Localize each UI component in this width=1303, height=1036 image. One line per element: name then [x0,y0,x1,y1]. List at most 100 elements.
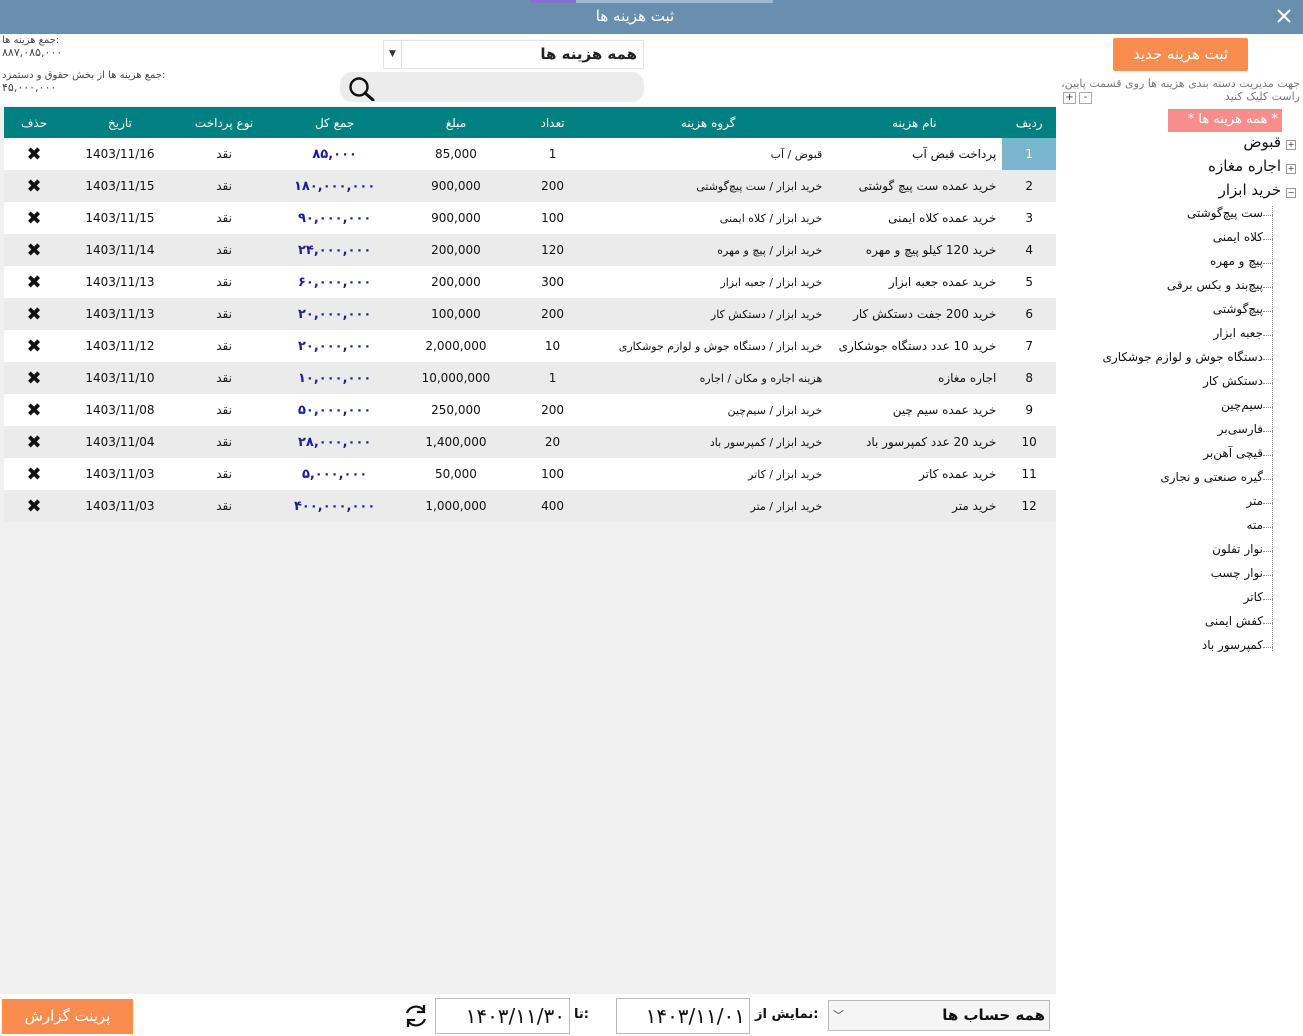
tree-child-item[interactable]: نوار چسب [1211,566,1263,580]
cell-total[interactable]: ۹۰,۰۰۰,۰۰۰ [272,202,397,234]
cell-index[interactable]: 6 [1002,298,1056,330]
cell-payment[interactable]: نقد [175,202,273,234]
cell-group[interactable]: قبوض / آب [590,138,827,170]
tree-child-item[interactable]: پیچ‌گوشتی [1213,302,1263,316]
cell-index[interactable]: 9 [1002,394,1056,426]
cell-total[interactable]: ۱۸۰,۰۰۰,۰۰۰ [272,170,397,202]
tree-node-rent[interactable]: اجاره مغازه [1208,157,1281,175]
cell-index[interactable]: 11 [1002,458,1056,490]
cell-payment[interactable]: نقد [175,234,273,266]
tree-node-tools[interactable]: خرید ابزار [1219,181,1281,199]
cell-total[interactable]: ۲۰,۰۰۰,۰۰۰ [272,330,397,362]
tree-child-item[interactable]: پیچ و مهره [1210,254,1263,268]
table-row[interactable]: 2 خرید عمده ست پیچ گوشتی خرید ابزار / ست پ… [4,170,1056,202]
cell-qty[interactable]: 200 [514,298,591,330]
header-name[interactable]: نام هزینه [826,107,1003,138]
cell-name[interactable]: خرید 20 عدد کمپرسور باد [826,426,1003,458]
cell-price[interactable]: 10,000,000 [396,362,515,394]
cell-qty[interactable]: 1 [514,138,591,170]
cell-payment[interactable]: نقد [175,362,273,394]
delete-icon[interactable]: ✖ [4,266,65,298]
cell-name[interactable]: خرید 200 جفت دستکش کار [826,298,1003,330]
cell-group[interactable]: خرید ابزار / سیم‌چین [590,394,827,426]
table-row[interactable]: 4 خرید 120 کیلو پیچ و مهره خرید ابزار / پی… [4,234,1056,266]
cell-total[interactable]: ۶۰,۰۰۰,۰۰۰ [272,266,397,298]
table-row[interactable]: 10 خرید 20 عدد کمپرسور باد خرید ابزار / کم… [4,426,1056,458]
cell-total[interactable]: ۸۵,۰۰۰ [272,138,397,170]
cell-group[interactable]: خرید ابزار / متر [590,490,827,522]
delete-icon[interactable]: ✖ [4,202,65,234]
cell-date[interactable]: 1403/11/13 [64,266,176,298]
cell-group[interactable]: خرید ابزار / ست پیچ‌گوشتی [590,170,827,202]
close-button[interactable] [1273,5,1295,27]
cell-payment[interactable]: نقد [175,426,273,458]
cell-name[interactable]: پرداخت قبض آب [826,138,1003,170]
category-select[interactable]: ▼ همه هزینه ها [383,40,644,69]
cell-qty[interactable]: 20 [514,426,591,458]
cell-group[interactable]: خرید ابزار / پیچ و مهره [590,234,827,266]
delete-icon[interactable]: ✖ [4,394,65,426]
cell-index[interactable]: 7 [1002,330,1056,362]
cell-price[interactable]: 2,000,000 [396,330,515,362]
cell-group[interactable]: خرید ابزار / کاتر [590,458,827,490]
chevron-down-icon[interactable]: ﹀ [833,1007,844,1023]
delete-icon[interactable]: ✖ [4,426,65,458]
tree-child-item[interactable]: فارسی‌بر [1218,422,1263,436]
cell-total[interactable]: ۵,۰۰۰,۰۰۰ [272,458,397,490]
account-select[interactable]: ﹀ همه حساب ها [828,1000,1050,1031]
refresh-icon[interactable] [402,1002,430,1030]
cell-qty[interactable]: 100 [514,202,591,234]
delete-icon[interactable]: ✖ [4,330,65,362]
cell-total[interactable]: ۴۰۰,۰۰۰,۰۰۰ [272,490,397,522]
cell-payment[interactable]: نقد [175,170,273,202]
cell-name[interactable]: اجاره مغازه [826,362,1003,394]
cell-total[interactable]: ۱۰,۰۰۰,۰۰۰ [272,362,397,394]
delete-icon[interactable]: ✖ [4,298,65,330]
tree-child-item[interactable]: پیچ‌بند و بکس برقی [1167,278,1263,292]
cell-index[interactable]: 1 [1002,138,1056,170]
collapse-all-button[interactable]: - [1079,92,1092,104]
cell-group[interactable]: خرید ابزار / دستکش کار [590,298,827,330]
cell-price[interactable]: 900,000 [396,202,515,234]
table-row[interactable]: 5 خرید عمده جعبه ابزار خرید ابزار / جعبه ا… [4,266,1056,298]
cell-qty[interactable]: 10 [514,330,591,362]
cell-date[interactable]: 1403/11/15 [64,202,176,234]
tree-child-item[interactable]: متر [1246,494,1263,508]
tree-child-item[interactable]: کلاه ایمنی [1213,230,1263,244]
tree-child-item[interactable]: کفش ایمنی [1205,614,1263,628]
tree-child-item[interactable]: کمپرسور باد [1202,638,1263,652]
cell-price[interactable]: 900,000 [396,170,515,202]
cell-price[interactable]: 1,400,000 [396,426,515,458]
tree-child-item[interactable]: نوار تفلون [1212,542,1263,556]
table-row[interactable]: 9 خرید عمده سیم چین خرید ابزار / سیم‌چین 20… [4,394,1056,426]
cell-index[interactable]: 4 [1002,234,1056,266]
cell-name[interactable]: خرید متر [826,490,1003,522]
cell-price[interactable]: 85,000 [396,138,515,170]
table-row[interactable]: 6 خرید 200 جفت دستکش کار خرید ابزار / دستک… [4,298,1056,330]
cell-group[interactable]: خرید ابزار / کلاه ایمنی [590,202,827,234]
header-index[interactable]: ردیف [1002,107,1056,138]
cell-date[interactable]: 1403/11/14 [64,234,176,266]
header-price[interactable]: مبلغ [396,107,515,138]
tree-child-item[interactable]: سیم‌چین [1221,398,1263,412]
cell-payment[interactable]: نقد [175,138,273,170]
cell-qty[interactable]: 200 [514,394,591,426]
delete-icon[interactable]: ✖ [4,138,65,170]
dropdown-arrow-icon[interactable]: ▼ [384,41,402,68]
cell-name[interactable]: خرید عمده جعبه ابزار [826,266,1003,298]
cell-price[interactable]: 200,000 [396,266,515,298]
cell-price[interactable]: 100,000 [396,298,515,330]
cell-qty[interactable]: 300 [514,266,591,298]
cell-qty[interactable]: 120 [514,234,591,266]
cell-name[interactable]: خرید عمده کلاه ایمنی [826,202,1003,234]
print-report-button[interactable]: پرینت گزارش [2,999,133,1034]
cell-date[interactable]: 1403/11/12 [64,330,176,362]
tree-child-item[interactable]: دستکش کار [1203,374,1263,388]
cell-qty[interactable]: 1 [514,362,591,394]
delete-icon[interactable]: ✖ [4,458,65,490]
cell-total[interactable]: ۲۸,۰۰۰,۰۰۰ [272,426,397,458]
header-qty[interactable]: تعداد [514,107,591,138]
collapse-icon[interactable]: − [1286,188,1296,198]
cell-qty[interactable]: 400 [514,490,591,522]
table-row[interactable]: 12 خرید متر خرید ابزار / متر 400 1,000,000 ۴۰… [4,490,1056,522]
